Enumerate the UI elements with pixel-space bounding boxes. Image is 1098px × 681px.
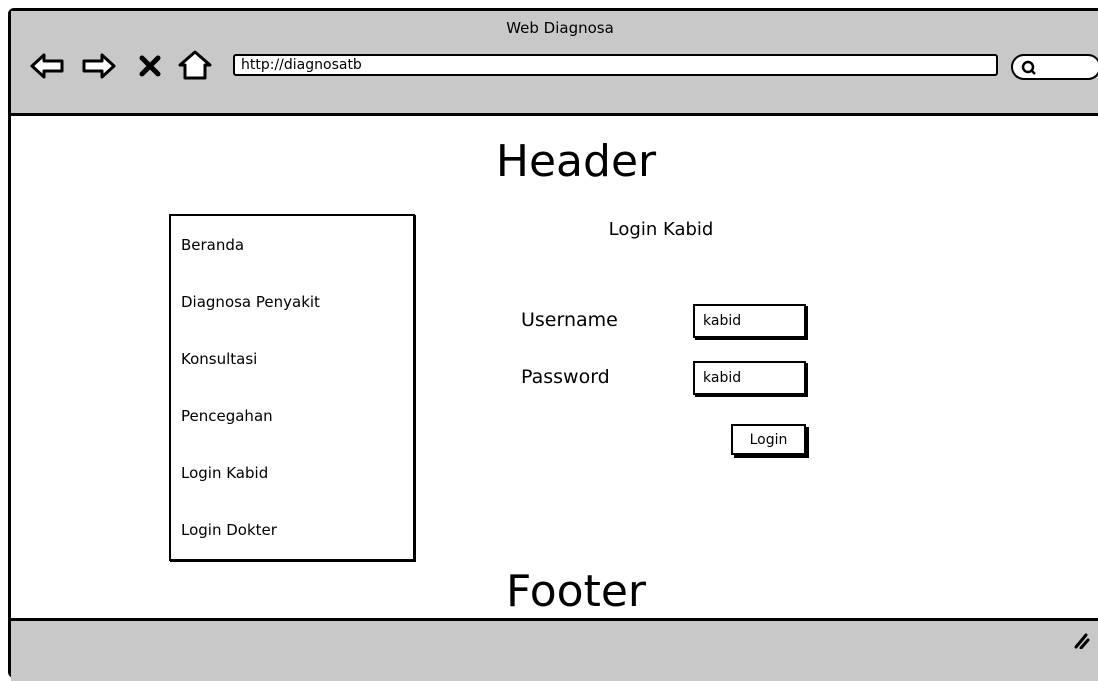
search-icon [1021, 60, 1036, 75]
back-arrow-icon[interactable] [29, 51, 67, 85]
sidebar-nav: Beranda Diagnosa Penyakit Konsultasi Pen… [169, 214, 415, 561]
sidebar-item-pencegahan[interactable]: Pencegahan [181, 407, 273, 425]
password-input[interactable] [693, 361, 806, 395]
sidebar-item-login-kabid[interactable]: Login Kabid [181, 464, 268, 482]
browser-search-box[interactable] [1011, 54, 1098, 80]
browser-window: Web Diagnosa http://diagnosatb Header Be… [8, 8, 1098, 681]
forward-arrow-icon[interactable] [79, 51, 117, 85]
sidebar-item-konsultasi[interactable]: Konsultasi [181, 350, 257, 368]
sidebar-item-login-dokter[interactable]: Login Dokter [181, 521, 277, 539]
username-label: Username [521, 309, 618, 331]
close-icon[interactable] [139, 55, 161, 81]
page-header: Header [495, 136, 657, 187]
sidebar-item-diagnosa-penyakit[interactable]: Diagnosa Penyakit [181, 293, 320, 311]
home-icon[interactable] [177, 49, 213, 85]
url-input[interactable]: http://diagnosatb [233, 54, 998, 76]
sidebar-item-beranda[interactable]: Beranda [181, 236, 244, 254]
login-form-title: Login Kabid [608, 219, 714, 240]
browser-status-bar [11, 618, 1098, 681]
resize-grip-icon[interactable] [1072, 631, 1090, 653]
username-input[interactable] [693, 304, 806, 338]
window-title: Web Diagnosa [506, 19, 614, 37]
browser-toolbar: Web Diagnosa http://diagnosatb [11, 11, 1098, 116]
page-footer: Footer [506, 566, 646, 617]
password-label: Password [521, 366, 610, 388]
login-button[interactable]: Login [731, 424, 806, 455]
